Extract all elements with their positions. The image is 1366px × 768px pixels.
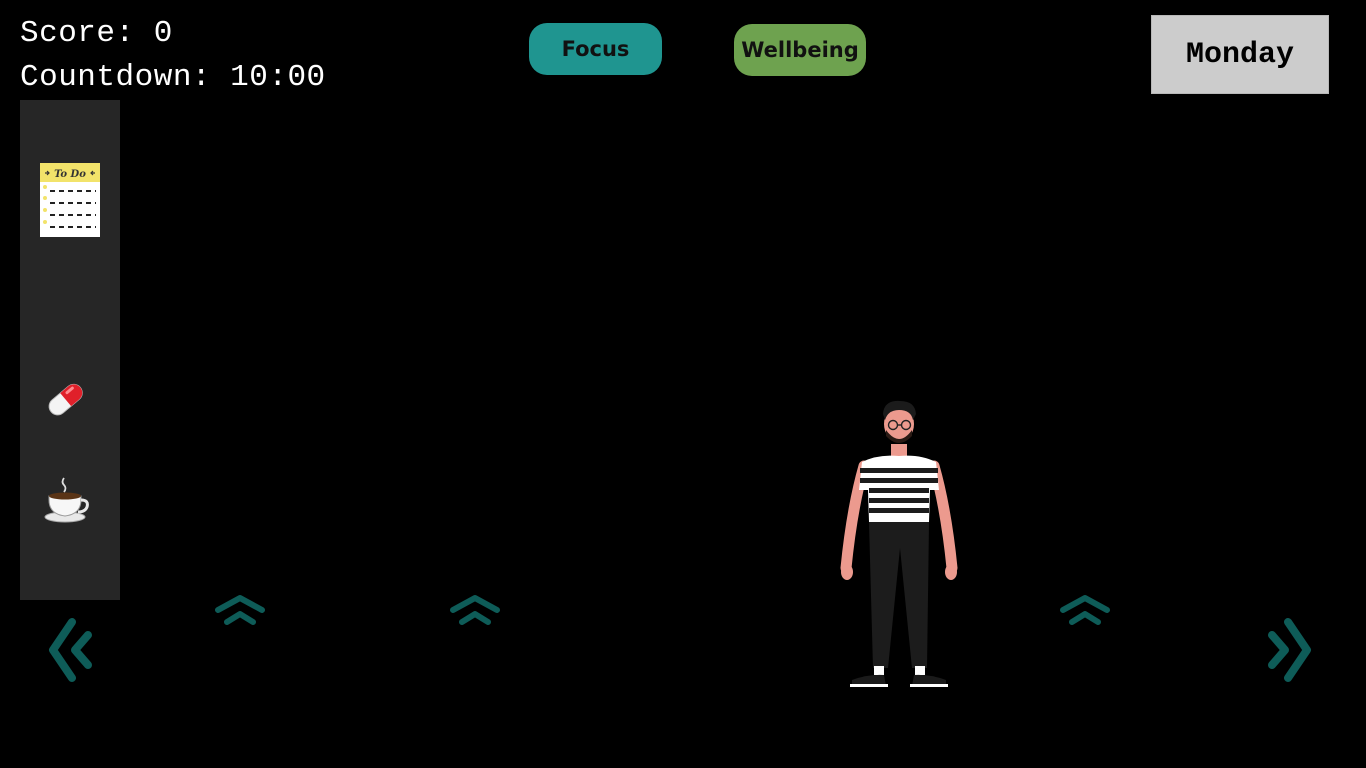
coffee-cup-icon[interactable] [44,476,90,524]
double-chevron-up-icon[interactable] [1058,593,1112,629]
item-sidebar: To Do [20,100,120,600]
wellbeing-button[interactable]: Wellbeing [734,24,866,76]
score-display: Score: 0 [20,16,173,51]
focus-button[interactable]: Focus [529,23,662,75]
double-chevron-up-icon[interactable] [448,593,502,629]
countdown-timer: Countdown: 10:00 [20,60,326,95]
day-indicator: Monday [1151,15,1329,94]
double-chevron-right-icon[interactable] [1264,615,1316,685]
todo-list-icon[interactable]: To Do [40,163,100,237]
pill-icon[interactable] [44,378,88,422]
double-chevron-up-icon[interactable] [213,593,267,629]
player-character [838,398,960,690]
double-chevron-left-icon[interactable] [44,615,96,685]
todo-title: To Do [54,169,86,180]
